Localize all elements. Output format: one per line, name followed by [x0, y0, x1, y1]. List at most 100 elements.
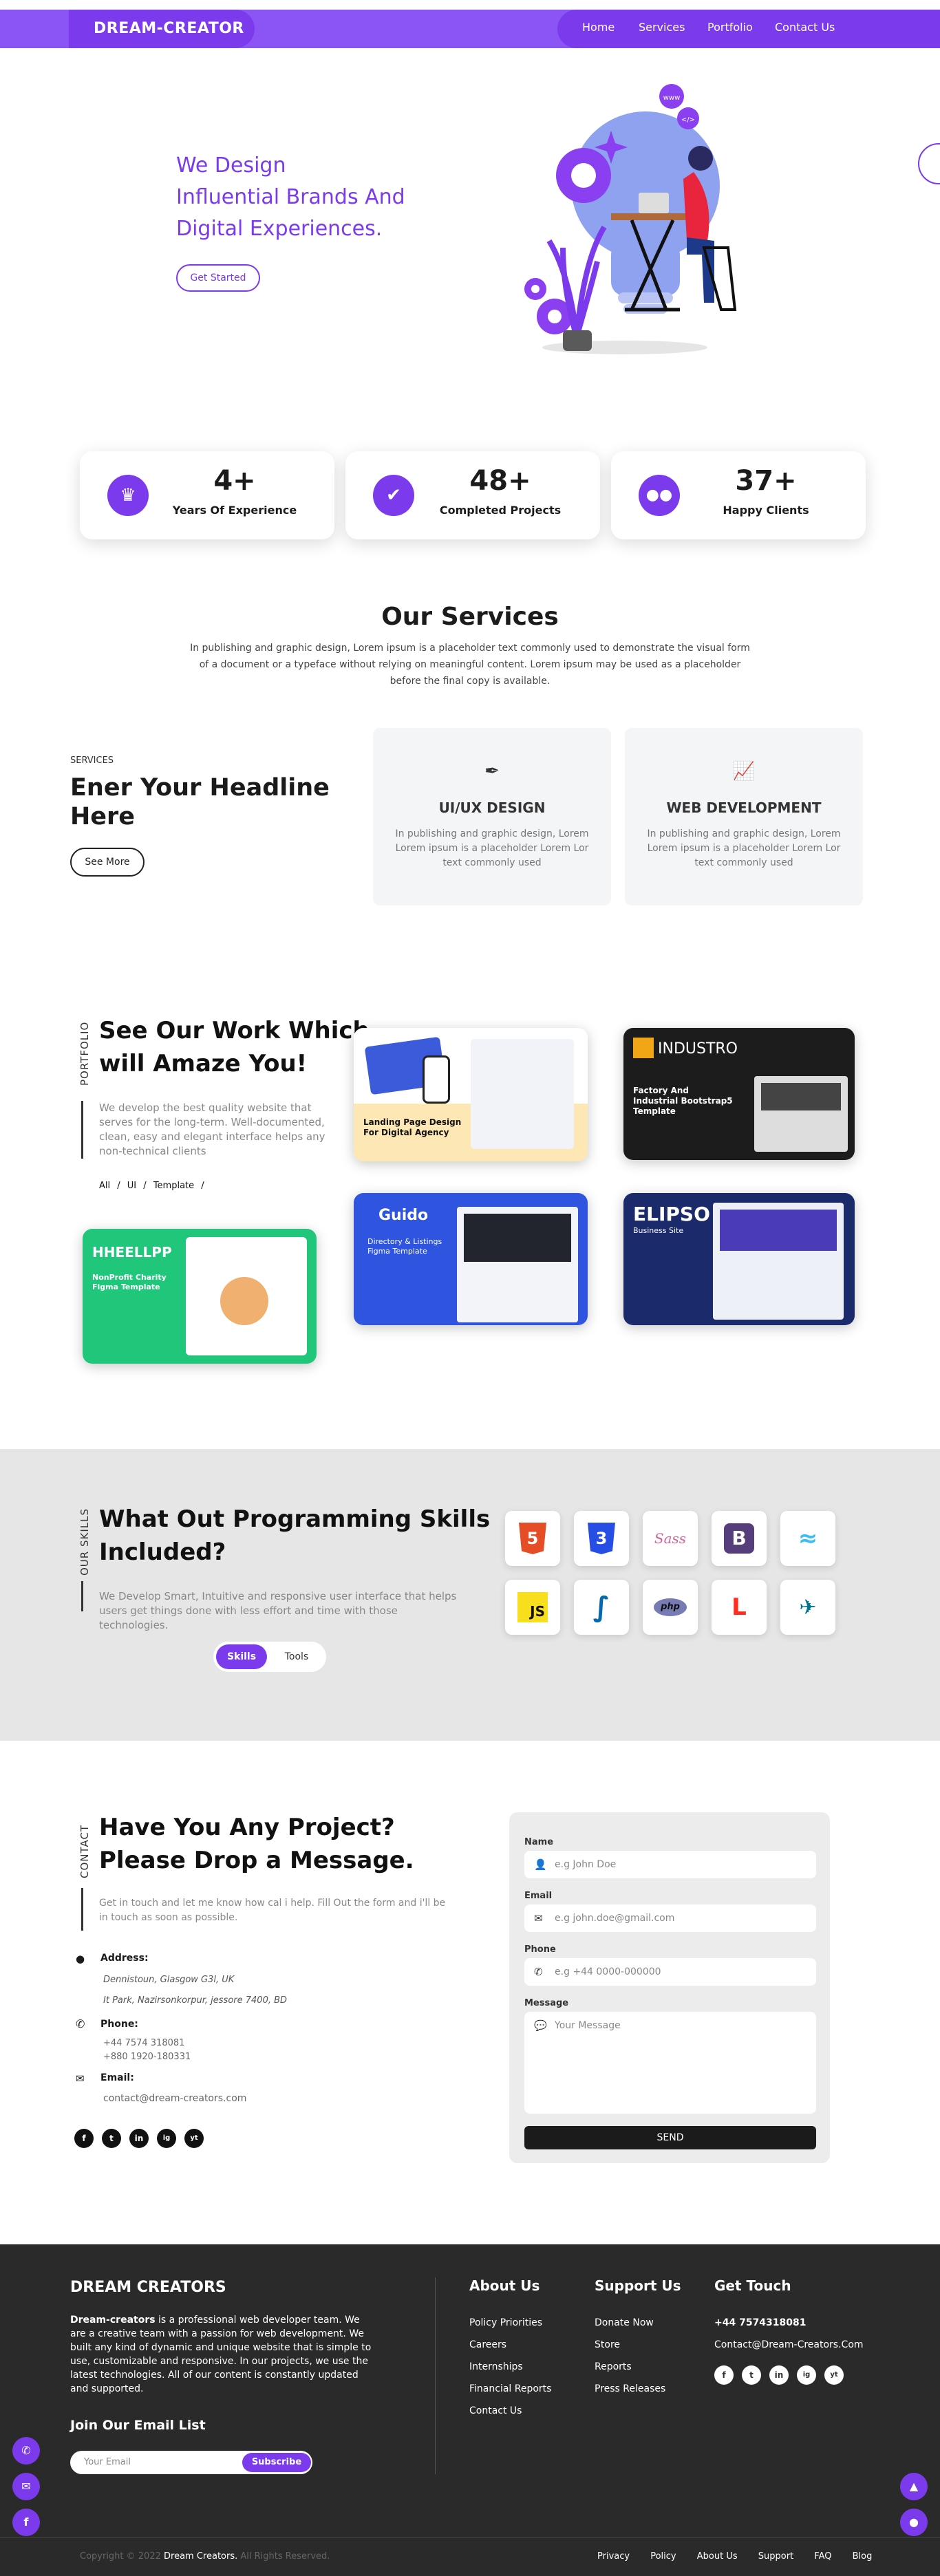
- javascript-icon: JS: [505, 1580, 560, 1635]
- youtube-icon[interactable]: yt: [824, 2365, 844, 2385]
- portfolio-card[interactable]: INDUSTRO Factory And Industrial Bootstra…: [623, 1028, 855, 1160]
- portfolio-card[interactable]: ELIPSO Business Site: [623, 1193, 855, 1325]
- brand-logo[interactable]: DREAM-CREATOR: [69, 10, 255, 48]
- comment-icon: 💬: [534, 2019, 547, 2032]
- copyright: Copyright © 2022 Dream Creators. All Rig…: [80, 2551, 330, 2562]
- service-card[interactable]: 📈 WEB DEVELOPMENT In publishing and grap…: [625, 728, 863, 905]
- bottom-link-blog[interactable]: Blog: [853, 2551, 873, 2562]
- check-icon: ✔: [373, 475, 414, 516]
- portfolio-title-line1: See Our Work Which: [99, 1017, 370, 1044]
- portfolio-card[interactable]: HHEELLPP NonProfit Charity Figma Templat…: [83, 1229, 317, 1364]
- tailwind-icon: ≈: [780, 1511, 835, 1566]
- services-headline: Ener Your Headline Here: [70, 774, 330, 830]
- footer-link[interactable]: Policy Priorities: [469, 2317, 542, 2328]
- service-text: In publishing and graphic design, Lorem …: [647, 828, 841, 868]
- portfolio-divider: [81, 1101, 83, 1159]
- bottom-link-policy[interactable]: Policy: [650, 2551, 676, 2562]
- see-more-button[interactable]: See More: [70, 848, 145, 877]
- filter-ui[interactable]: UI: [127, 1181, 136, 1191]
- email-field[interactable]: ✉ e.g john.doe@gmail.com: [524, 1904, 816, 1932]
- footer-link[interactable]: Store: [595, 2339, 620, 2350]
- name-field[interactable]: 👤 e.g John Doe: [524, 1851, 816, 1878]
- services-description: In publishing and graphic design, Lorem …: [190, 643, 750, 687]
- tab-skills[interactable]: Skills: [216, 1644, 267, 1669]
- subscribe-button[interactable]: Subscribe: [242, 2453, 311, 2472]
- twitter-icon[interactable]: t: [742, 2365, 761, 2385]
- facebook-icon[interactable]: f: [74, 2129, 94, 2148]
- contact-title-line2: Please Drop a Message.: [99, 1847, 414, 1874]
- float-mail-icon[interactable]: ✉: [12, 2473, 40, 2500]
- hero-illustration: www </>: [508, 83, 742, 358]
- phone-number: +44 7574 318081: [103, 2038, 185, 2048]
- hero-title-line3: Digital Experiences.: [176, 217, 383, 241]
- bottom-link-support[interactable]: Support: [758, 2551, 793, 2562]
- footer-divider: [435, 2277, 436, 2474]
- bottom-link-about[interactable]: About Us: [697, 2551, 738, 2562]
- jquery-icon: ∫: [574, 1580, 629, 1635]
- stat-label: Completed Projects: [439, 504, 562, 517]
- footer-link[interactable]: Financial Reports: [469, 2383, 551, 2394]
- address-label: Address:: [100, 1953, 149, 1964]
- nav-portfolio[interactable]: Portfolio: [707, 21, 753, 34]
- facebook-icon[interactable]: f: [714, 2365, 734, 2385]
- footer-link[interactable]: Careers: [469, 2339, 506, 2350]
- footer-link[interactable]: Reports: [595, 2361, 632, 2372]
- stat-card: ●● 37+ Happy Clients: [611, 451, 866, 539]
- footer-email[interactable]: Contact@Dream-Creators.Com: [714, 2339, 864, 2350]
- send-button[interactable]: SEND: [524, 2126, 816, 2149]
- portfolio-filters: All / UI / Template /: [99, 1181, 204, 1191]
- footer-about: Dream-creators is a professional web dev…: [70, 2315, 372, 2394]
- service-card[interactable]: ✒ UI/UX DESIGN In publishing and graphic…: [373, 728, 611, 905]
- css3-icon: 3: [574, 1511, 629, 1566]
- phone-field-label: Phone: [524, 1944, 556, 1955]
- chat-icon[interactable]: ●: [900, 2509, 928, 2536]
- phone-field[interactable]: ✆ e.g +44 0000-000000: [524, 1958, 816, 1986]
- float-phone-icon[interactable]: ✆: [12, 2437, 40, 2465]
- instagram-icon[interactable]: ig: [797, 2365, 816, 2385]
- card-title: INDUSTRO: [658, 1040, 738, 1058]
- bottom-links: Privacy Policy About Us Support FAQ Blog: [597, 2551, 872, 2562]
- footer-link[interactable]: Contact Us: [469, 2405, 522, 2416]
- filter-all[interactable]: All: [99, 1181, 110, 1191]
- footer-phone[interactable]: +44 7574318081: [714, 2317, 807, 2328]
- portfolio-card[interactable]: Landing Page Design For Digital Agency: [354, 1028, 588, 1161]
- hero-title-line1: We Design: [176, 153, 286, 178]
- nav-contact[interactable]: Contact Us: [775, 21, 835, 34]
- portfolio-title-line2: will Amaze You!: [99, 1050, 308, 1077]
- footer-support-title: Support Us: [595, 2277, 681, 2294]
- message-field[interactable]: 💬 Your Message: [524, 2012, 816, 2114]
- bottom-link-privacy[interactable]: Privacy: [597, 2551, 630, 2562]
- linkedin-icon[interactable]: in: [129, 2129, 149, 2148]
- code-bubble: </>: [681, 116, 695, 124]
- nav-home[interactable]: Home: [582, 21, 615, 34]
- nav-services[interactable]: Services: [639, 21, 685, 34]
- twitter-icon[interactable]: t: [102, 2129, 121, 2148]
- tab-tools[interactable]: Tools: [271, 1644, 322, 1669]
- youtube-icon[interactable]: yt: [184, 2129, 204, 2148]
- filter-template[interactable]: Template: [153, 1181, 194, 1191]
- message-label: Message: [524, 1998, 569, 2008]
- phone-icon: ✆: [534, 1966, 543, 1978]
- newsletter-title: Join Our Email List: [70, 2418, 206, 2433]
- envelope-icon: ✉: [76, 2072, 85, 2085]
- instagram-icon[interactable]: ig: [157, 2129, 176, 2148]
- map-pin-icon: ●: [76, 1953, 85, 1965]
- contact-text: Get in touch and let me know how cal i h…: [99, 1898, 446, 1923]
- linkedin-icon[interactable]: in: [769, 2365, 789, 2385]
- footer-link[interactable]: Internships: [469, 2361, 523, 2372]
- footer-link[interactable]: Donate Now: [595, 2317, 654, 2328]
- portfolio-card[interactable]: Guido Directory & Listings Figma Templat…: [354, 1193, 588, 1325]
- email-address[interactable]: contact@dream-creators.com: [103, 2093, 246, 2104]
- float-facebook-icon[interactable]: f: [12, 2509, 40, 2536]
- scroll-top-icon[interactable]: ▲: [900, 2473, 928, 2500]
- sass-icon: Sass: [643, 1511, 698, 1566]
- scroll-arrow-button[interactable]: [918, 143, 940, 184]
- skills-tab-group: Skills Tools: [213, 1642, 326, 1672]
- card-subtitle: Factory And Industrial Bootstrap5 Templa…: [633, 1086, 733, 1116]
- get-started-button[interactable]: Get Started: [176, 264, 260, 292]
- email-field-label: Email: [524, 1891, 553, 1901]
- bottom-link-faq[interactable]: FAQ: [814, 2551, 831, 2562]
- stat-number: 48+: [469, 465, 531, 497]
- stat-number: 4+: [213, 465, 256, 497]
- footer-link[interactable]: Press Releases: [595, 2383, 665, 2394]
